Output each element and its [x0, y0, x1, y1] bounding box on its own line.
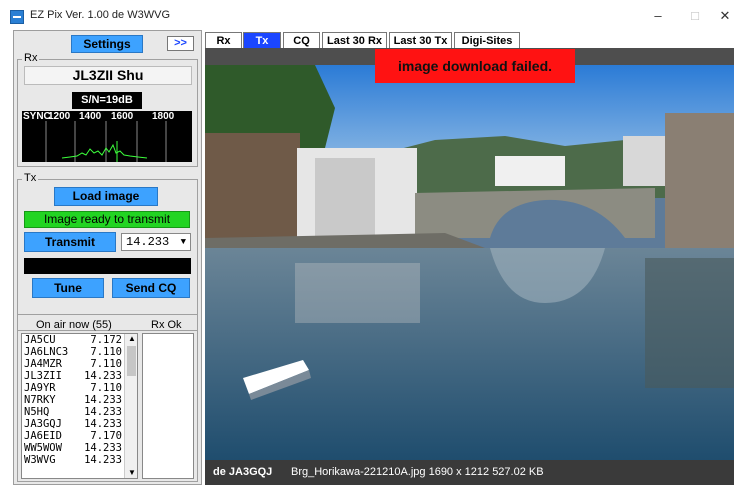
tx-status: Image ready to transmit: [24, 211, 190, 228]
station-callsign: JA6LNC3: [24, 346, 69, 358]
expand-button[interactable]: >>: [167, 36, 194, 51]
on-air-group: On air now (55) Rx Ok JA5CU 7.172 JA6LNC3 7…: [17, 314, 198, 482]
station-frequency: 14.233: [84, 370, 122, 382]
close-button[interactable]: ✕: [710, 6, 734, 26]
tab-rx[interactable]: Rx: [205, 32, 242, 49]
tab-last-30-tx[interactable]: Last 30 Tx: [389, 32, 452, 49]
station-callsign: N5HQ: [24, 406, 50, 418]
app-icon: [10, 10, 24, 24]
settings-button[interactable]: Settings: [71, 35, 143, 53]
list-item[interactable]: JA9YR 7.110: [22, 382, 137, 394]
station-frequency: 7.110: [90, 358, 122, 370]
list-item[interactable]: JL3ZII 14.233: [22, 370, 137, 382]
image-footer: de JA3GQJ Brg_Horikawa-221210A.jpg 1690 …: [205, 460, 734, 485]
minimize-button[interactable]: –: [643, 6, 673, 26]
scroll-up-icon[interactable]: ▲: [128, 334, 136, 343]
station-callsign: JL3ZII: [24, 370, 62, 382]
station-callsign: JA3GQJ: [24, 418, 62, 430]
list-item[interactable]: WW5WOW 14.233: [22, 442, 137, 454]
station-frequency: 14.233: [84, 454, 122, 466]
title-bar: EZ Pix Ver. 1.00 de W3WVG – □ ✕: [0, 0, 734, 30]
rx-callsign-display: JL3ZII Shu: [24, 66, 192, 85]
chevron-down-icon: ▼: [180, 237, 186, 247]
station-frequency: 7.172: [90, 334, 122, 346]
rx-ok-header: Rx Ok: [151, 319, 182, 331]
list-item[interactable]: N5HQ 14.233: [22, 406, 137, 418]
list-item[interactable]: JA6LNC3 7.110: [22, 346, 137, 358]
station-frequency: 14.233: [84, 442, 122, 454]
tx-group-label: Tx: [22, 172, 39, 184]
snr-display: S/N=19dB: [72, 92, 142, 109]
frequency-value: 14.233: [126, 235, 170, 249]
station-frequency: 7.110: [90, 382, 122, 394]
tx-group: Tx Load image Image ready to transmit Tr…: [17, 172, 198, 331]
tune-button[interactable]: Tune: [32, 278, 104, 298]
station-callsign: JA4MZR: [24, 358, 62, 370]
received-image: [205, 65, 734, 460]
error-banner: image download failed.: [375, 49, 575, 83]
station-callsign: JA6EID: [24, 430, 62, 442]
window-title: EZ Pix Ver. 1.00 de W3WVG: [30, 9, 170, 21]
image-view: image download failed. de JA3GQJ Brg_Hor…: [205, 48, 734, 485]
load-image-button[interactable]: Load image: [54, 187, 158, 206]
list-item[interactable]: JA5CU 7.172: [22, 334, 137, 346]
spectrum-label-sync: SYNC: [23, 111, 51, 122]
spectrum-label-1600: 1600: [111, 111, 134, 122]
scroll-down-icon[interactable]: ▼: [128, 468, 136, 477]
list-item[interactable]: JA4MZR 7.110: [22, 358, 137, 370]
station-frequency: 14.233: [84, 394, 122, 406]
station-callsign: WW5WOW: [24, 442, 62, 454]
tab-digi-sites[interactable]: Digi-Sites: [454, 32, 520, 49]
tab-tx[interactable]: Tx: [243, 32, 281, 49]
tab-cq[interactable]: CQ: [283, 32, 320, 49]
list-item[interactable]: JA3GQJ 14.233: [22, 418, 137, 430]
rx-ok-list[interactable]: [142, 333, 194, 479]
station-frequency: 7.110: [90, 346, 122, 358]
spectrum-label-1400: 1400: [79, 111, 102, 122]
list-item[interactable]: N7RKY 14.233: [22, 394, 137, 406]
on-air-header: On air now (55): [36, 319, 112, 331]
station-callsign: JA9YR: [24, 382, 56, 394]
spectrum-label-1800: 1800: [152, 111, 175, 122]
footer-sender: de JA3GQJ: [213, 466, 273, 478]
transmit-button[interactable]: Transmit: [24, 232, 116, 252]
station-callsign: W3WVG: [24, 454, 56, 466]
tab-last-30-rx[interactable]: Last 30 Rx: [322, 32, 387, 49]
list-scrollbar[interactable]: ▲ ▼: [124, 334, 137, 478]
list-item[interactable]: W3WVG 14.233: [22, 454, 137, 466]
station-frequency: 14.233: [84, 406, 122, 418]
on-air-list[interactable]: JA5CU 7.172 JA6LNC3 7.110 JA4MZR 7.110 JL3ZII 1…: [21, 333, 138, 479]
rx-group: Rx JL3ZII Shu S/N=19dB SYNC 1200 1400 16…: [17, 52, 198, 167]
spectrum-display: SYNC 1200 1400 1600 1800: [22, 111, 192, 162]
station-frequency: 7.170: [90, 430, 122, 442]
scroll-thumb[interactable]: [127, 346, 136, 376]
spectrum-label-1200: 1200: [48, 111, 71, 122]
send-cq-button[interactable]: Send CQ: [112, 278, 190, 298]
left-panel: Settings >> Rx JL3ZII Shu S/N=19dB SYNC …: [13, 30, 202, 485]
frequency-select[interactable]: 14.233 ▼: [121, 233, 191, 251]
rx-group-label: Rx: [22, 52, 40, 64]
station-callsign: N7RKY: [24, 394, 56, 406]
maximize-button[interactable]: □: [680, 6, 710, 26]
station-callsign: JA5CU: [24, 334, 56, 346]
station-frequency: 14.233: [84, 418, 122, 430]
list-item[interactable]: JA6EID 7.170: [22, 430, 137, 442]
tx-progress-bar: [24, 258, 191, 274]
footer-file-info: Brg_Horikawa-221210A.jpg 1690 x 1212 527…: [291, 466, 544, 478]
